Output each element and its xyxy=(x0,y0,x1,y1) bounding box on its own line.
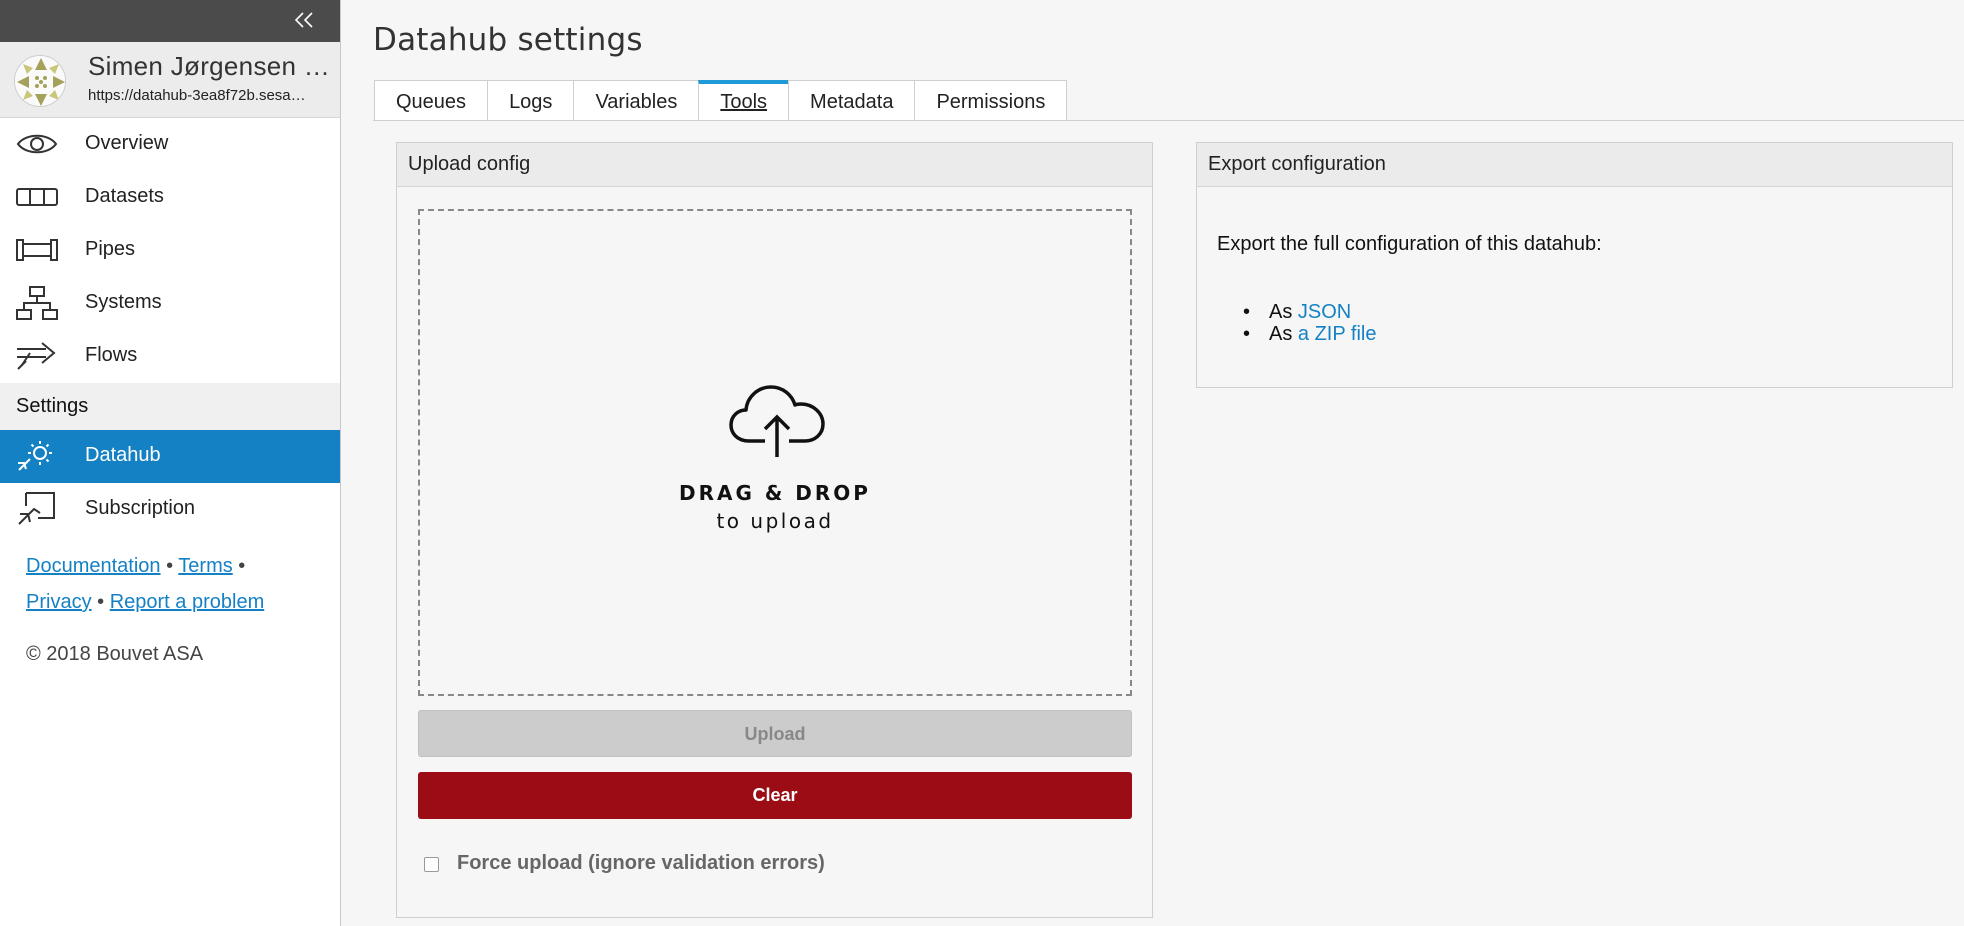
datahub-gear-icon xyxy=(18,441,52,471)
tab-queues[interactable]: Queues xyxy=(374,80,488,121)
sidebar-item-datasets[interactable]: Datasets xyxy=(0,171,340,224)
tab-tools[interactable]: Tools xyxy=(698,80,789,121)
sidebar-item-systems[interactable]: Systems xyxy=(0,277,340,330)
sidebar-item-pipes[interactable]: Pipes xyxy=(0,224,340,277)
terms-link[interactable]: Terms xyxy=(178,555,232,577)
separator: • xyxy=(91,591,110,613)
sidebar-item-subscription[interactable]: Subscription xyxy=(0,483,340,536)
export-options-list: As JSON As a ZIP file xyxy=(1243,301,1376,345)
eye-icon xyxy=(16,134,58,154)
sidebar-item-datahub[interactable]: Datahub xyxy=(0,430,340,483)
privacy-link[interactable]: Privacy xyxy=(26,591,92,613)
export-zip-link[interactable]: a ZIP file xyxy=(1298,323,1377,345)
sidebar-item-label: Flows xyxy=(85,344,138,366)
upload-dropzone[interactable]: DRAG & DROP to upload xyxy=(418,209,1132,696)
flows-icon xyxy=(17,342,56,370)
settings-tabs: Queues Logs Variables Tools Metadata Per… xyxy=(374,80,1068,121)
export-prefix: As xyxy=(1269,301,1298,323)
force-upload-label: Force upload (ignore validation errors) xyxy=(457,852,825,874)
upload-config-header: Upload config xyxy=(397,143,1152,187)
settings-section-header: Settings xyxy=(0,383,340,430)
force-upload-checkbox[interactable] xyxy=(424,857,439,872)
sidebar: Simen Jørgensen … https://datahub-3ea8f7… xyxy=(0,0,341,926)
footer-links: Documentation • Terms • Privacy • Report… xyxy=(26,548,326,620)
clear-button[interactable]: Clear xyxy=(418,772,1132,819)
copyright: © 2018 Bouvet ASA xyxy=(26,643,204,665)
tab-logs[interactable]: Logs xyxy=(487,80,574,121)
cloud-upload-icon xyxy=(729,385,825,457)
avatar xyxy=(14,55,66,107)
sidebar-topbar xyxy=(0,0,340,42)
upload-config-panel: Upload config DRAG & DROP to upload Uplo… xyxy=(396,142,1153,918)
export-json-link[interactable]: JSON xyxy=(1298,301,1351,323)
separator: • xyxy=(160,555,179,577)
user-name: Simen Jørgensen … xyxy=(88,51,331,81)
sidebar-item-flows[interactable]: Flows xyxy=(0,330,340,383)
sidebar-item-overview[interactable]: Overview xyxy=(0,118,340,171)
export-config-header: Export configuration xyxy=(1197,143,1952,187)
sidebar-item-label: Datahub xyxy=(85,444,161,466)
systems-icon xyxy=(16,286,58,320)
collapse-sidebar-icon[interactable] xyxy=(292,10,316,30)
user-box[interactable]: Simen Jørgensen … https://datahub-3ea8f7… xyxy=(0,42,340,118)
sidebar-item-label: Overview xyxy=(85,132,169,154)
list-item: As a ZIP file xyxy=(1243,323,1376,345)
separator: • xyxy=(232,555,246,577)
avatar-pattern-icon xyxy=(15,56,65,106)
tab-metadata[interactable]: Metadata xyxy=(788,80,915,121)
user-url: https://datahub-3ea8f72b.sesa… xyxy=(88,87,306,104)
subscription-icon xyxy=(18,492,55,525)
upload-button[interactable]: Upload xyxy=(418,710,1132,757)
documentation-link[interactable]: Documentation xyxy=(26,555,161,577)
report-problem-link[interactable]: Report a problem xyxy=(110,591,265,613)
sidebar-item-label: Datasets xyxy=(85,185,164,207)
sidebar-item-label: Subscription xyxy=(85,497,196,519)
export-config-panel: Export configuration Export the full con… xyxy=(1196,142,1953,388)
page-title: Datahub settings xyxy=(373,22,643,58)
datasets-icon xyxy=(16,188,58,206)
export-prefix: As xyxy=(1269,323,1298,345)
list-item: As JSON xyxy=(1243,301,1376,323)
export-description: Export the full configuration of this da… xyxy=(1217,233,1602,255)
sidebar-item-label: Systems xyxy=(85,291,162,313)
sidebar-item-label: Pipes xyxy=(85,238,136,260)
dropzone-title: DRAG & DROP xyxy=(679,481,871,505)
tab-permissions[interactable]: Permissions xyxy=(914,80,1068,121)
pipe-icon xyxy=(16,239,58,261)
tab-variables[interactable]: Variables xyxy=(573,80,699,121)
dropzone-subtitle: to upload xyxy=(716,509,834,533)
